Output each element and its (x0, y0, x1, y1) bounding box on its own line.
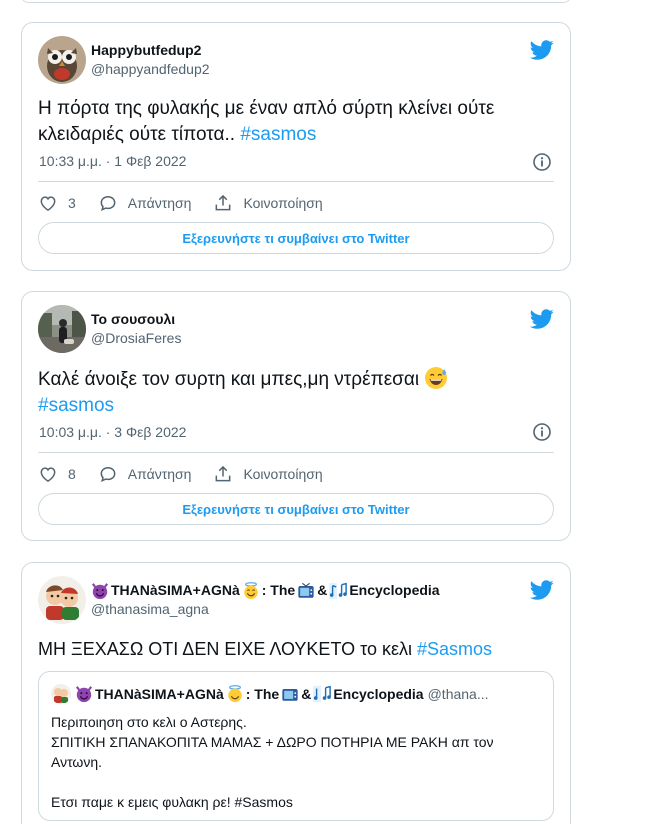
tweet-text: ΜΗ ΞΕΧΑΣΩ ΟΤΙ ΔΕΝ ΕΙΧΕ ΛΟΥΚΕΤΟ το κελι #… (38, 639, 493, 659)
tweet-actions: 8 Απάντηση Κοινοποίηση (38, 464, 345, 484)
street-photo-avatar[interactable] (38, 305, 86, 353)
quoted-user-handle: @thana... (427, 686, 489, 702)
cartoon-avatar (51, 684, 71, 704)
reply-bubble-icon (100, 466, 116, 482)
user-handle[interactable]: @thanasima_agna (91, 600, 440, 619)
cartoon-avatar[interactable] (38, 576, 86, 624)
smiling-devil-emoji-icon (75, 686, 93, 703)
tweet-timestamp[interactable]: 10:33 μ.μ. · 1 Φεβ 2022 (39, 153, 186, 169)
divider (38, 181, 554, 182)
reply-label: Απάντηση (127, 466, 192, 482)
hashtag-link[interactable]: #Sasmos (417, 639, 492, 659)
tweet-text: Η πόρτα της φυλακής με έναν απλό σύρτη κ… (38, 98, 495, 145)
quoted-tweet-text: Περιποιηση στο κελι ο Αστερης. ΣΠΙΤΙΚΗ Σ… (51, 714, 494, 810)
like-button[interactable]: 3 (38, 193, 76, 213)
share-icon (216, 194, 231, 211)
share-button[interactable]: Κοινοποίηση (213, 193, 323, 213)
like-count: 8 (68, 466, 76, 482)
tweet-author[interactable]: Το σουσουλι @DrosiaFeres (38, 305, 181, 353)
explore-twitter-button[interactable]: Εξερευνήστε τι συμβαίνει στο Twitter (38, 222, 554, 254)
television-emoji-icon (282, 689, 298, 701)
tweet-card[interactable]: Το σουσουλι @DrosiaFeres Καλέ άνοιξε τον… (21, 291, 571, 541)
hashtag-link[interactable]: #sasmos (38, 395, 114, 416)
reply-button[interactable]: Απάντηση (98, 193, 192, 213)
quoted-display-name: THANàSIMA+AGNà: The & Encyclopedia (75, 685, 424, 703)
tweet-actions: 3 Απάντηση Κοινοποίηση (38, 193, 345, 213)
tweet-author[interactable]: Happybutfedup2 @happyandfedup2 (38, 36, 210, 84)
twitter-bird-icon[interactable] (530, 38, 554, 62)
musical-notes-emoji-icon (329, 582, 348, 599)
grinning-sweat-emoji-icon (425, 367, 448, 389)
television-emoji-icon (298, 582, 314, 598)
user-handle[interactable]: @happyandfedup2 (91, 60, 210, 79)
owl-avatar[interactable] (38, 36, 86, 84)
tweet-author[interactable]: THANàSIMA+AGNà: The & Encyclopedia @than… (38, 576, 440, 624)
tweet-card[interactable]: Happybutfedup2 @happyandfedup2 Η πόρτα τ… (21, 22, 571, 271)
info-icon[interactable] (532, 152, 552, 172)
tweet-card[interactable]: THANàSIMA+AGNà: The & Encyclopedia @than… (21, 562, 571, 824)
reply-bubble-icon (100, 195, 116, 211)
smiling-devil-emoji-icon (91, 582, 109, 599)
explore-twitter-button[interactable]: Εξερευνήστε τι συμβαίνει στο Twitter (38, 493, 554, 525)
previous-tweet-card-edge (21, 0, 571, 3)
share-icon (216, 465, 231, 482)
tweet-timestamp[interactable]: 10:03 μ.μ. · 3 Φεβ 2022 (39, 424, 186, 440)
info-icon[interactable] (532, 422, 552, 442)
like-button[interactable]: 8 (38, 464, 76, 484)
quoted-tweet[interactable]: THANàSIMA+AGNà: The & Encyclopedia @than… (38, 671, 554, 821)
share-button[interactable]: Κοινοποίηση (213, 464, 323, 484)
heart-icon (40, 196, 56, 211)
share-label: Κοινοποίηση (243, 466, 323, 482)
display-name[interactable]: THANàSIMA+AGNà: The & Encyclopedia (91, 581, 440, 600)
divider (38, 452, 554, 453)
reply-button[interactable]: Απάντηση (98, 464, 192, 484)
hashtag-link[interactable]: #sasmos (240, 124, 316, 145)
share-label: Κοινοποίηση (243, 195, 323, 211)
quoted-tweet-author[interactable]: THANàSIMA+AGNà: The & Encyclopedia @than… (51, 684, 541, 704)
musical-notes-emoji-icon (313, 685, 332, 703)
twitter-bird-icon[interactable] (530, 578, 554, 602)
smiling-halo-emoji-icon (244, 581, 258, 599)
twitter-bird-icon[interactable] (530, 307, 554, 331)
tweet-text: Καλέ άνοιξε τον συρτη και μπες,μη ντρέπε… (38, 366, 554, 419)
smiling-halo-emoji-icon (228, 685, 242, 703)
display-name[interactable]: Happybutfedup2 (91, 41, 210, 60)
user-handle[interactable]: @DrosiaFeres (91, 329, 181, 348)
like-count: 3 (68, 195, 76, 211)
heart-icon (40, 467, 56, 482)
reply-label: Απάντηση (127, 195, 192, 211)
display-name[interactable]: Το σουσουλι (91, 310, 181, 329)
